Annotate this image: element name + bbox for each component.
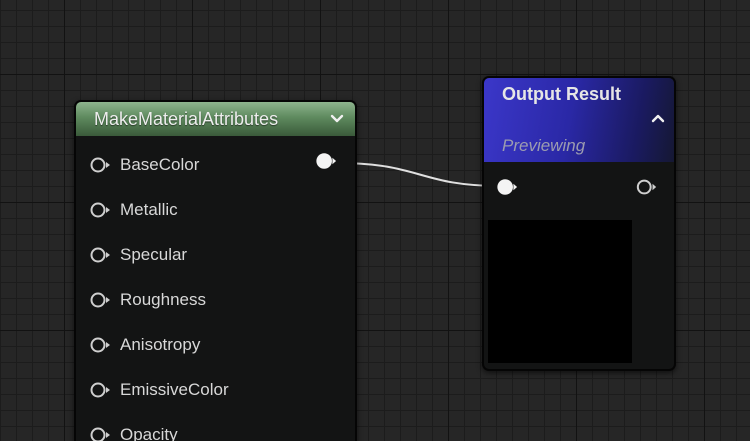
input-pin-list: BaseColor Metallic Specular Roughness An… [76, 136, 355, 441]
pin-row-result [484, 162, 674, 212]
pin-icon[interactable] [90, 247, 112, 263]
output-result-node[interactable]: Output Result Previewing [482, 76, 676, 371]
node-title: MakeMaterialAttributes [94, 108, 279, 129]
pin-label: EmissiveColor [120, 379, 229, 399]
node-subtitle: Previewing [502, 136, 586, 155]
node-title: Output Result [502, 84, 621, 104]
output-pin-icon[interactable] [636, 179, 658, 195]
pin-row-specular[interactable]: Specular [76, 232, 355, 277]
pin-row-metallic[interactable]: Metallic [76, 187, 355, 232]
pin-icon[interactable] [90, 427, 112, 441]
pin-icon[interactable] [90, 157, 112, 173]
output-pin-icon[interactable] [315, 153, 337, 169]
pin-row-opacity[interactable]: Opacity [76, 412, 355, 441]
chevron-down-icon[interactable] [329, 111, 345, 127]
node-header[interactable]: Output Result Previewing [484, 78, 674, 162]
input-pin-icon[interactable] [496, 179, 518, 195]
pin-icon[interactable] [90, 202, 112, 218]
pin-label: BaseColor [120, 154, 200, 174]
preview-thumbnail [488, 220, 632, 363]
node-header[interactable]: MakeMaterialAttributes [76, 102, 355, 136]
pin-row-basecolor[interactable]: BaseColor [76, 142, 355, 187]
pin-row-anisotropy[interactable]: Anisotropy [76, 322, 355, 367]
pin-label: Specular [120, 244, 188, 264]
pin-icon[interactable] [90, 292, 112, 308]
pin-icon[interactable] [90, 337, 112, 353]
make-material-attributes-node[interactable]: MakeMaterialAttributes BaseColor Metalli… [74, 100, 357, 441]
pin-label: Roughness [120, 289, 207, 309]
pin-icon[interactable] [90, 382, 112, 398]
pin-label: Anisotropy [120, 334, 201, 354]
chevron-up-icon[interactable] [650, 110, 666, 126]
pin-label: Metallic [120, 199, 178, 219]
pin-row-roughness[interactable]: Roughness [76, 277, 355, 322]
pin-row-emissivecolor[interactable]: EmissiveColor [76, 367, 355, 412]
pin-label: Opacity [120, 424, 178, 441]
